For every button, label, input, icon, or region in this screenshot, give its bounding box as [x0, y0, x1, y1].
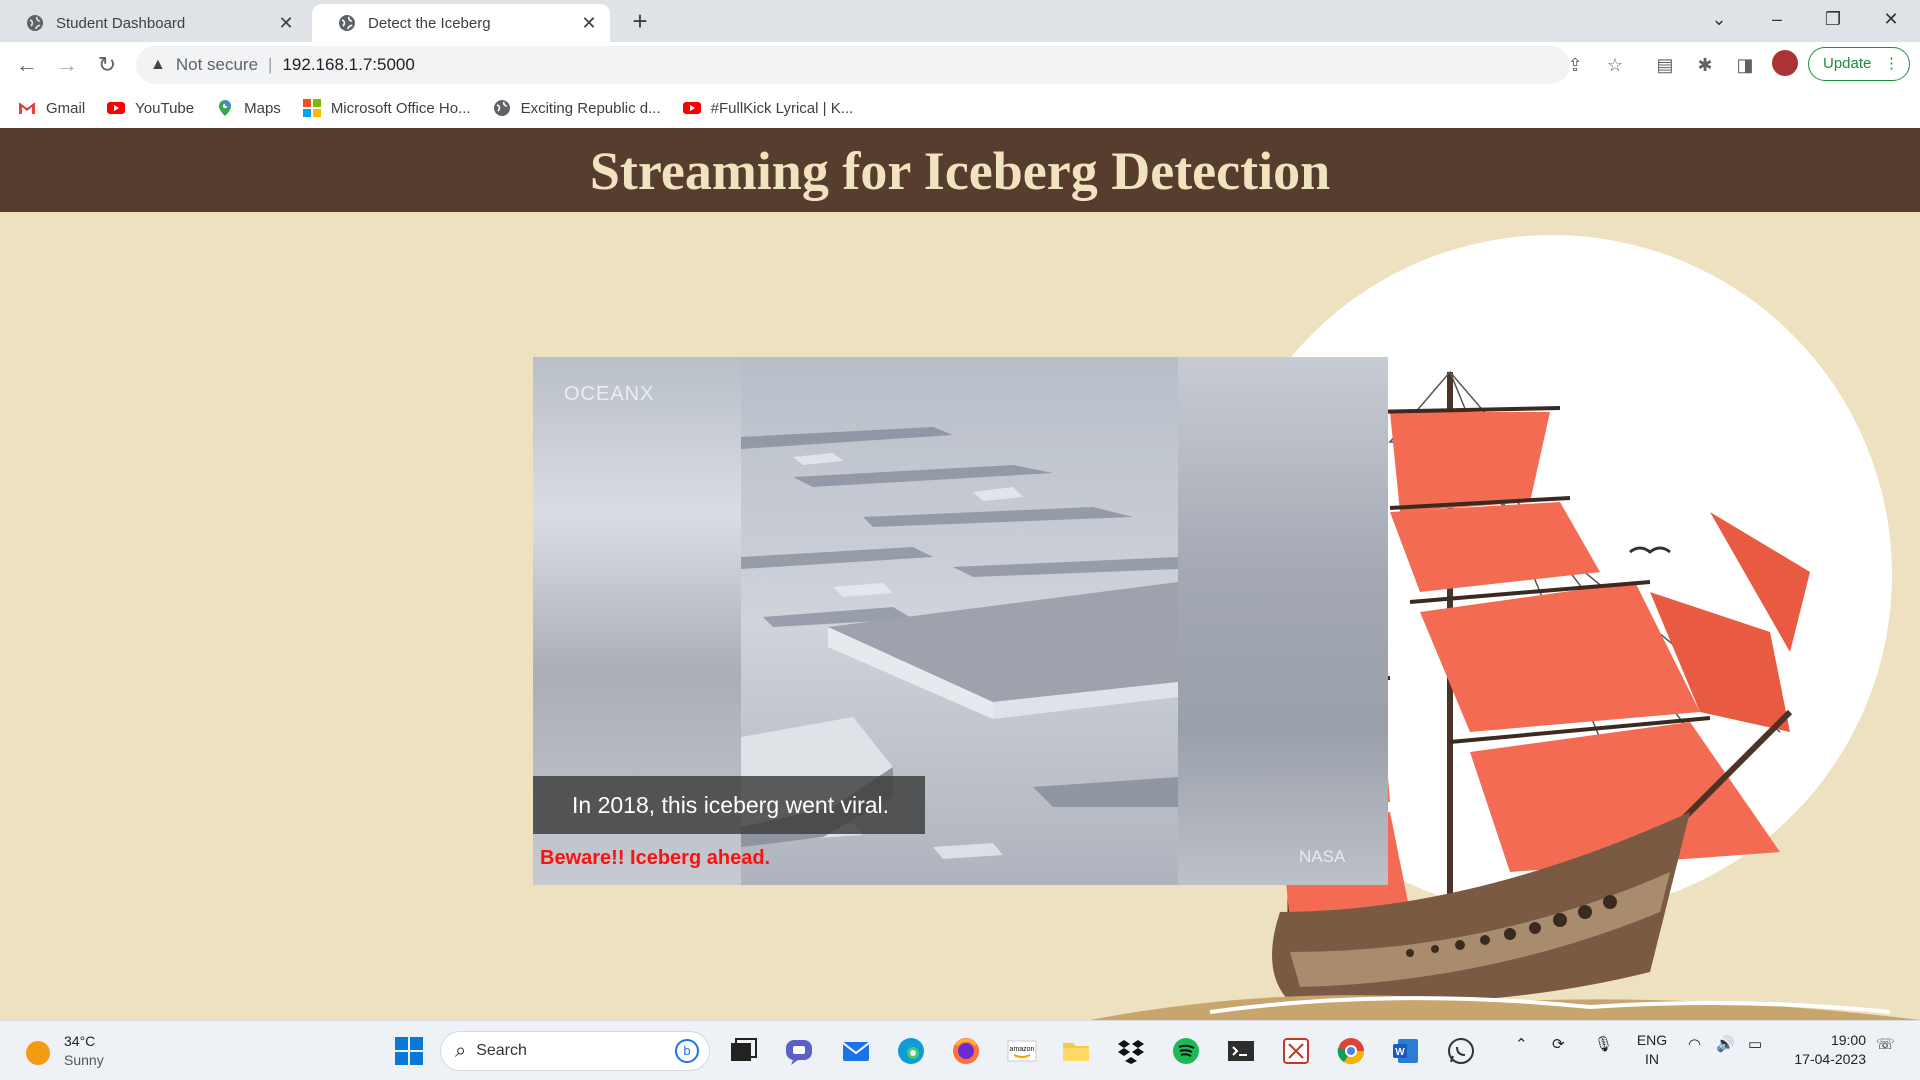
weather-condition: Sunny [64, 1052, 104, 1068]
security-label[interactable]: Not secure [176, 55, 258, 75]
battery-icon[interactable]: ▭ [1748, 1035, 1762, 1053]
bookmarks-bar: Gmail YouTube Maps Microsoft Office Ho..… [0, 88, 1920, 128]
microphone-icon[interactable]: 🎙 [1594, 1035, 1613, 1053]
snipping-tool-icon[interactable] [1280, 1035, 1312, 1067]
language-indicator[interactable]: ENG IN [1634, 1031, 1670, 1069]
youtube-icon [107, 102, 126, 114]
page-title: Streaming for Iceberg Detection [589, 141, 1331, 201]
taskbar-search[interactable]: ⌕ Search b [440, 1031, 710, 1071]
bookmark-label: Gmail [46, 99, 86, 117]
office-icon [302, 99, 321, 117]
bookmark-label: YouTube [135, 99, 195, 117]
back-icon[interactable]: ← [10, 48, 44, 82]
clock-date: 17-04-2023 [1794, 1051, 1866, 1067]
bookmark-youtube[interactable]: YouTube [107, 99, 194, 117]
page-content: Streaming for Iceberg Detection OCEANX I… [0, 128, 1920, 1020]
maps-icon [219, 100, 232, 116]
update-label: Update [1823, 55, 1872, 72]
profile-avatar[interactable] [1772, 50, 1798, 76]
close-window-button[interactable]: ✕ [1864, 0, 1918, 40]
show-hidden-icons-icon[interactable]: ⌃ [1515, 1035, 1528, 1053]
word-icon[interactable]: W [1390, 1035, 1422, 1067]
bookmark-label: Exciting Republic d... [520, 99, 661, 117]
extension-news-icon[interactable]: ▤ [1650, 50, 1680, 80]
page-header: Streaming for Iceberg Detection [0, 128, 1920, 212]
browser-toolbar: ← → ↻ ▲ Not secure | 192.168.1.7:5000 ⇪ … [0, 42, 1920, 88]
wifi-icon[interactable]: ◠ [1688, 1035, 1701, 1053]
weather-temp: 34°C [64, 1033, 96, 1049]
edge-browser-icon[interactable] [895, 1035, 927, 1067]
more-menu-icon[interactable]: ⋮ [1884, 48, 1899, 80]
bookmark-fullkick[interactable]: #FullKick Lyrical | K... [682, 99, 854, 117]
volume-icon[interactable]: 🔊 [1716, 1035, 1735, 1053]
bookmark-office[interactable]: Microsoft Office Ho... [302, 99, 471, 117]
search-placeholder: Search [476, 1042, 527, 1059]
windows-taskbar: 34°C Sunny ⌕ Search b amazon W ⌃ ⟳ 🎙 ENG… [0, 1020, 1920, 1080]
share-icon[interactable]: ⇪ [1560, 50, 1590, 80]
file-explorer-icon[interactable] [1060, 1035, 1092, 1067]
video-stream[interactable]: OCEANX In 2018, this iceberg went viral.… [533, 357, 1388, 885]
warning-icon[interactable]: ▲ [150, 56, 166, 74]
bookmark-gmail[interactable]: Gmail [18, 99, 85, 117]
gmail-icon [18, 102, 36, 114]
svg-text:W: W [1395, 1047, 1405, 1058]
tab-strip: Student Dashboard ✕ Detect the Iceberg ✕… [0, 0, 1920, 42]
sync-icon[interactable]: ⟳ [1552, 1035, 1565, 1053]
new-tab-button[interactable]: + [622, 4, 658, 40]
bookmark-label: #FullKick Lyrical | K... [710, 99, 854, 117]
teams-chat-icon[interactable] [783, 1035, 815, 1067]
region-code: IN [1645, 1051, 1659, 1067]
task-view-icon[interactable] [727, 1035, 759, 1067]
sun-icon [26, 1041, 50, 1065]
dropbox-icon[interactable] [1115, 1035, 1147, 1067]
bookmark-label: Maps [244, 99, 281, 117]
bookmark-exciting-republic[interactable]: Exciting Republic d... [493, 99, 661, 117]
close-tab-icon[interactable]: ✕ [574, 13, 604, 34]
close-tab-icon[interactable]: ✕ [271, 13, 301, 34]
youtube-icon [682, 102, 701, 114]
chrome-icon[interactable] [1335, 1035, 1367, 1067]
spotify-icon[interactable] [1170, 1035, 1202, 1067]
side-panel-icon[interactable]: ◨ [1730, 50, 1760, 80]
forward-icon[interactable]: → [50, 48, 84, 82]
amazon-icon[interactable]: amazon [1006, 1035, 1038, 1067]
bing-icon[interactable]: b [675, 1039, 699, 1063]
tab-title: Detect the Iceberg [368, 14, 491, 32]
clock-time: 19:00 [1830, 1032, 1866, 1048]
notifications-icon[interactable]: ☏ [1876, 1035, 1895, 1053]
windows-start-icon[interactable] [393, 1035, 425, 1067]
language-code: ENG [1636, 1032, 1668, 1048]
mail-icon[interactable] [840, 1035, 872, 1067]
update-button[interactable]: Update ⋮ [1808, 47, 1910, 81]
bookmark-label: Microsoft Office Ho... [330, 99, 471, 117]
bookmark-star-icon[interactable]: ☆ [1600, 50, 1630, 80]
globe-icon [339, 15, 355, 31]
system-clock[interactable]: 19:00 17-04-2023 [1786, 1031, 1866, 1069]
restore-button[interactable]: ❐ [1806, 0, 1860, 40]
firefox-icon[interactable] [950, 1035, 982, 1067]
svg-text:amazon: amazon [1010, 1046, 1035, 1053]
reload-icon[interactable]: ↻ [90, 48, 124, 82]
tab-search-icon[interactable]: ⌄ [1692, 0, 1746, 40]
minimize-button[interactable]: – [1750, 0, 1804, 40]
video-caption: In 2018, this iceberg went viral. [533, 776, 925, 834]
divider: | [268, 55, 273, 74]
bookmark-maps[interactable]: Maps [216, 99, 281, 117]
whatsapp-icon[interactable] [1445, 1035, 1477, 1067]
globe-icon [493, 100, 510, 116]
terminal-icon[interactable] [1225, 1035, 1257, 1067]
iceberg-alert-text: Beware!! Iceberg ahead. [540, 847, 771, 869]
globe-icon [27, 15, 43, 31]
oceanx-watermark: OCEANX [564, 383, 655, 405]
nasa-credit: NASA [1299, 847, 1346, 866]
tab-title: Student Dashboard [56, 14, 186, 32]
address-bar[interactable]: ▲ Not secure | 192.168.1.7:5000 [136, 46, 1570, 84]
tab-detect-the-iceberg[interactable]: Detect the Iceberg ✕ [312, 4, 610, 42]
url-text[interactable]: 192.168.1.7:5000 [282, 55, 414, 75]
tab-student-dashboard[interactable]: Student Dashboard ✕ [0, 4, 307, 42]
extensions-puzzle-icon[interactable]: ✱ [1690, 50, 1720, 80]
search-icon: ⌕ [455, 1039, 467, 1062]
